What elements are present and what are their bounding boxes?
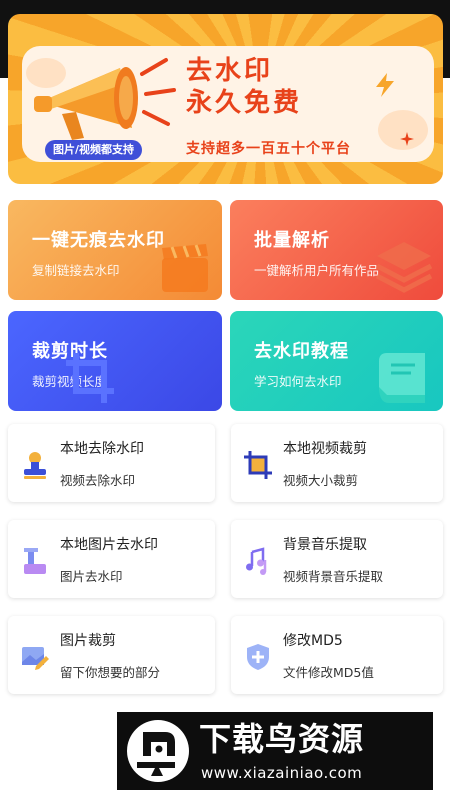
crop-icon	[66, 353, 114, 403]
lightning-icon	[376, 73, 394, 97]
tool-subtitle: 视频大小裁剪	[283, 473, 359, 488]
feature-card-tutorial[interactable]: 去水印教程 学习如何去水印	[230, 311, 443, 411]
feature-card-subtitle: 学习如何去水印	[254, 374, 342, 389]
feature-card-batch-parse[interactable]: 批量解析 一键解析用户所有作品	[230, 200, 443, 300]
watermark-url: www.xiazainiao.com	[201, 764, 363, 782]
watermark-overlay: 下载鸟资源 www.xiazainiao.com	[117, 712, 433, 790]
image-stamp-icon	[24, 548, 46, 574]
banner-pill: 图片/视频都支持	[45, 140, 143, 160]
tool-subtitle: 视频背景音乐提取	[283, 569, 384, 584]
banner-title-line2: 永久免费	[186, 88, 303, 118]
crop-icon	[244, 451, 272, 479]
tool-local-image-remove-watermark[interactable]: 本地图片去水印 图片去水印	[8, 520, 215, 598]
tool-title: 背景音乐提取	[283, 537, 367, 553]
tool-image-crop[interactable]: 图片裁剪 留下你想要的部分	[8, 616, 215, 694]
shield-icon	[247, 644, 269, 670]
promo-banner[interactable]: 去水印 永久免费 图片/视频都支持 支持超多一百五十个平台	[8, 14, 443, 184]
tool-title: 本地图片去水印	[60, 537, 158, 553]
stamp-icon	[24, 452, 46, 479]
feature-card-title: 一键无痕去水印	[32, 230, 165, 251]
feature-card-trim-duration[interactable]: 裁剪时长 裁剪视频长度	[8, 311, 222, 411]
tool-bgm-extract[interactable]: 背景音乐提取 视频背景音乐提取	[231, 520, 443, 598]
banner-title-line1: 去水印	[186, 56, 274, 86]
tool-title: 本地视频裁剪	[283, 441, 367, 457]
layers-icon	[375, 242, 433, 293]
feature-card-one-click-remove[interactable]: 一键无痕去水印 复制链接去水印	[8, 200, 222, 300]
book-icon	[379, 353, 425, 403]
tool-title: 修改MD5	[283, 633, 343, 649]
feature-card-title: 批量解析	[254, 230, 330, 251]
tool-title: 本地去除水印	[60, 441, 144, 457]
tool-subtitle: 视频去除水印	[60, 473, 136, 488]
watermark-title: 下载鸟资源	[199, 720, 365, 758]
feature-card-subtitle: 一键解析用户所有作品	[254, 263, 380, 278]
tool-local-video-crop[interactable]: 本地视频裁剪 视频大小裁剪	[231, 424, 443, 502]
tool-title: 图片裁剪	[60, 633, 116, 649]
feature-card-title: 去水印教程	[254, 341, 349, 362]
tool-subtitle: 留下你想要的部分	[60, 665, 161, 680]
bird-logo-icon	[127, 720, 189, 782]
banner-subtitle: 支持超多一百五十个平台	[186, 141, 351, 157]
clapperboard-icon	[162, 244, 208, 292]
music-icon	[246, 547, 267, 575]
tool-modify-md5[interactable]: 修改MD5 文件修改MD5值	[231, 616, 443, 694]
megaphone-icon	[34, 58, 176, 140]
feature-card-subtitle: 复制链接去水印	[32, 263, 120, 278]
tool-local-remove-watermark[interactable]: 本地去除水印 视频去除水印	[8, 424, 215, 502]
image-edit-icon	[22, 647, 49, 670]
tool-subtitle: 文件修改MD5值	[283, 665, 374, 680]
tool-subtitle: 图片去水印	[60, 569, 123, 584]
sparkle-icon	[400, 132, 414, 146]
